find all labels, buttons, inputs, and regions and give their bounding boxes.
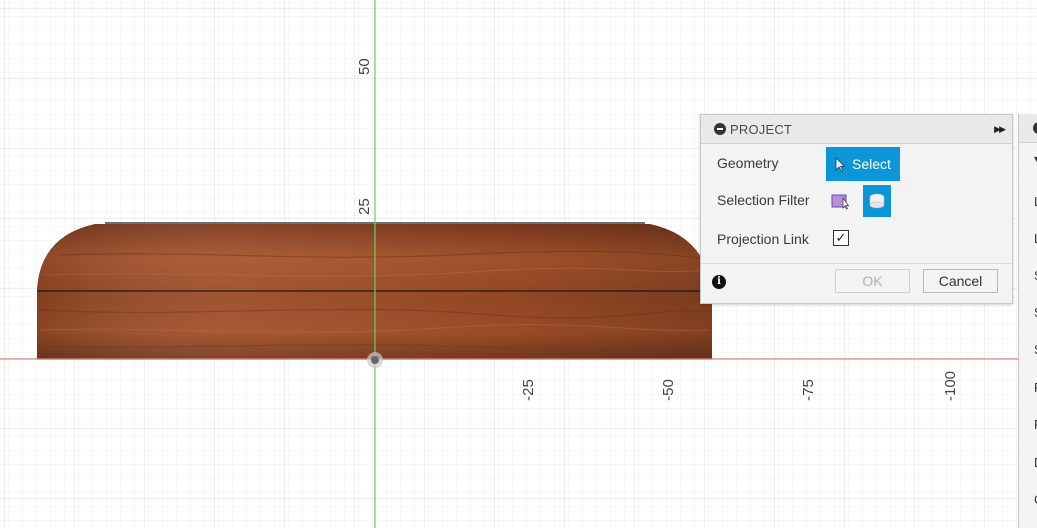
dialog-title: PROJECT (730, 121, 793, 137)
side-panel-header[interactable] (1019, 114, 1037, 143)
ok-button[interactable]: OK (835, 269, 910, 293)
geometry-label: Geometry (717, 155, 779, 171)
collapse-icon[interactable] (1033, 122, 1037, 134)
cancel-button[interactable]: Cancel (923, 269, 998, 293)
projection-link-checkbox[interactable]: ✓ (833, 230, 849, 246)
origin-point-icon[interactable] (367, 352, 383, 368)
cursor-arrow-icon (835, 156, 846, 172)
dialog-header[interactable]: PROJECT ▶▶ (701, 115, 1012, 144)
info-icon[interactable]: i (712, 275, 726, 289)
axis-label-x-neg25: -25 (520, 379, 537, 401)
geometry-select-button[interactable]: Select (826, 147, 900, 181)
expand-arrows-icon[interactable]: ▶▶ (994, 124, 1006, 135)
footer-divider (701, 263, 1012, 264)
axis-label-x-neg75: -75 (800, 379, 817, 401)
select-button-label: Select (852, 156, 891, 172)
collapse-icon[interactable] (714, 123, 726, 135)
axis-label-x-neg100: -100 (942, 371, 959, 401)
filter-face-icon[interactable] (831, 192, 851, 210)
filter-body-icon[interactable] (863, 185, 891, 217)
axis-label-x-neg50: -50 (660, 379, 677, 401)
selection-filter-label: Selection Filter (717, 192, 810, 208)
axis-label-y-50: 50 (356, 58, 373, 75)
axis-label-y-25: 25 (356, 198, 373, 215)
side-panel: ▾ L L S S S F F D C (1018, 114, 1037, 528)
project-dialog: PROJECT ▶▶ Geometry Select Selection Fil… (700, 114, 1013, 304)
projection-link-label: Projection Link (717, 231, 809, 247)
